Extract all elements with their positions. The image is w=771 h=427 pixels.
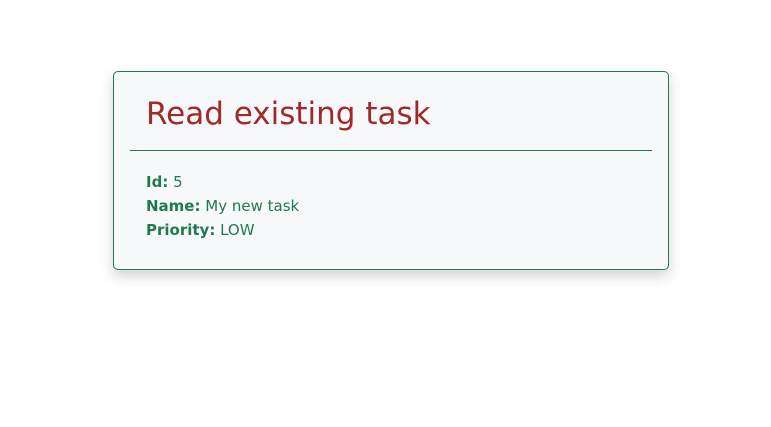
task-priority-row: Priority: LOW <box>146 218 299 242</box>
task-id-value: 5 <box>173 173 183 191</box>
task-card: Read existing task Id: 5 Name: My new ta… <box>113 71 669 270</box>
task-name-row: Name: My new task <box>146 194 299 218</box>
task-name-label: Name: <box>146 197 201 215</box>
task-details: Id: 5 Name: My new task Priority: LOW <box>146 170 299 242</box>
card-title: Read existing task <box>146 96 431 132</box>
card-header: Read existing task <box>130 72 652 151</box>
task-name-value: My new task <box>205 197 300 215</box>
task-priority-label: Priority: <box>146 221 216 239</box>
task-id-row: Id: 5 <box>146 170 299 194</box>
task-priority-value: LOW <box>220 221 255 239</box>
task-id-label: Id: <box>146 173 169 191</box>
page: Read existing task Id: 5 Name: My new ta… <box>0 0 771 427</box>
